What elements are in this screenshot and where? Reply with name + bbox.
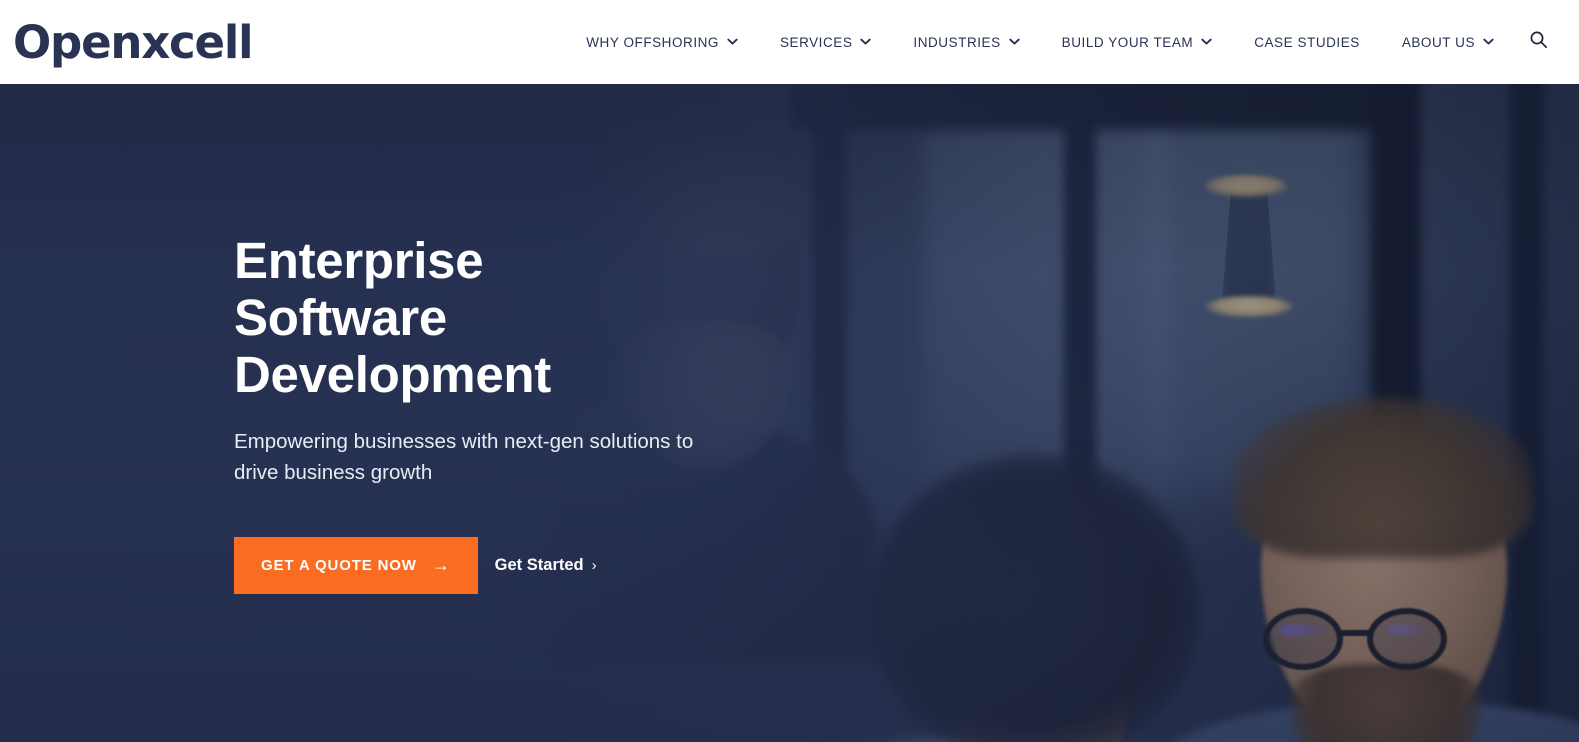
site-header: Openxcell WHY OFFSHORING SERVICES INDUST…: [0, 0, 1579, 84]
nav-item-label: WHY OFFSHORING: [586, 34, 719, 50]
hero-title: Enterprise Software Development: [234, 232, 551, 404]
hero-cta-row: GET A QUOTE NOW → Get Started ›: [234, 536, 934, 594]
arrow-right-icon: →: [431, 555, 451, 576]
nav-item-case-studies[interactable]: CASE STUDIES: [1233, 0, 1381, 84]
search-icon: [1529, 30, 1548, 54]
get-started-label: Get Started: [494, 555, 584, 574]
search-button[interactable]: [1515, 0, 1561, 84]
chevron-down-icon: [1009, 36, 1020, 47]
main-navigation: WHY OFFSHORING SERVICES INDUSTRIES BUILD…: [565, 0, 1579, 84]
nav-item-label: INDUSTRIES: [913, 34, 1001, 50]
nav-item-why-offshoring[interactable]: WHY OFFSHORING: [565, 0, 759, 84]
get-started-link[interactable]: Get Started ›: [495, 556, 597, 575]
chevron-down-icon: [860, 36, 872, 47]
nav-item-label: ABOUT US: [1401, 34, 1475, 50]
get-a-quote-now-button[interactable]: GET A QUOTE NOW →: [234, 536, 478, 594]
chevron-down-icon: [1201, 36, 1212, 47]
chevron-right-icon: ›: [591, 556, 597, 574]
site-logo[interactable]: Openxcell: [13, 20, 253, 65]
chevron-down-icon: [727, 36, 738, 47]
nav-item-label: SERVICES: [779, 34, 853, 50]
nav-item-services[interactable]: SERVICES: [759, 0, 892, 84]
nav-item-label: BUILD YOUR TEAM: [1061, 34, 1194, 50]
hero-section: Enterprise Software Development Empoweri…: [0, 84, 1579, 742]
nav-item-industries[interactable]: INDUSTRIES: [892, 0, 1040, 84]
nav-item-about-us[interactable]: ABOUT US: [1381, 0, 1515, 84]
nav-item-label: CASE STUDIES: [1254, 34, 1360, 50]
nav-item-build-your-team[interactable]: BUILD YOUR TEAM: [1041, 0, 1234, 84]
get-a-quote-now-label: GET A QUOTE NOW: [261, 556, 417, 574]
hero-subtitle: Empowering businesses with next-gen solu…: [234, 429, 694, 484]
chevron-down-icon: [1483, 36, 1494, 47]
hero-content: Enterprise Software Development Empoweri…: [234, 84, 934, 742]
